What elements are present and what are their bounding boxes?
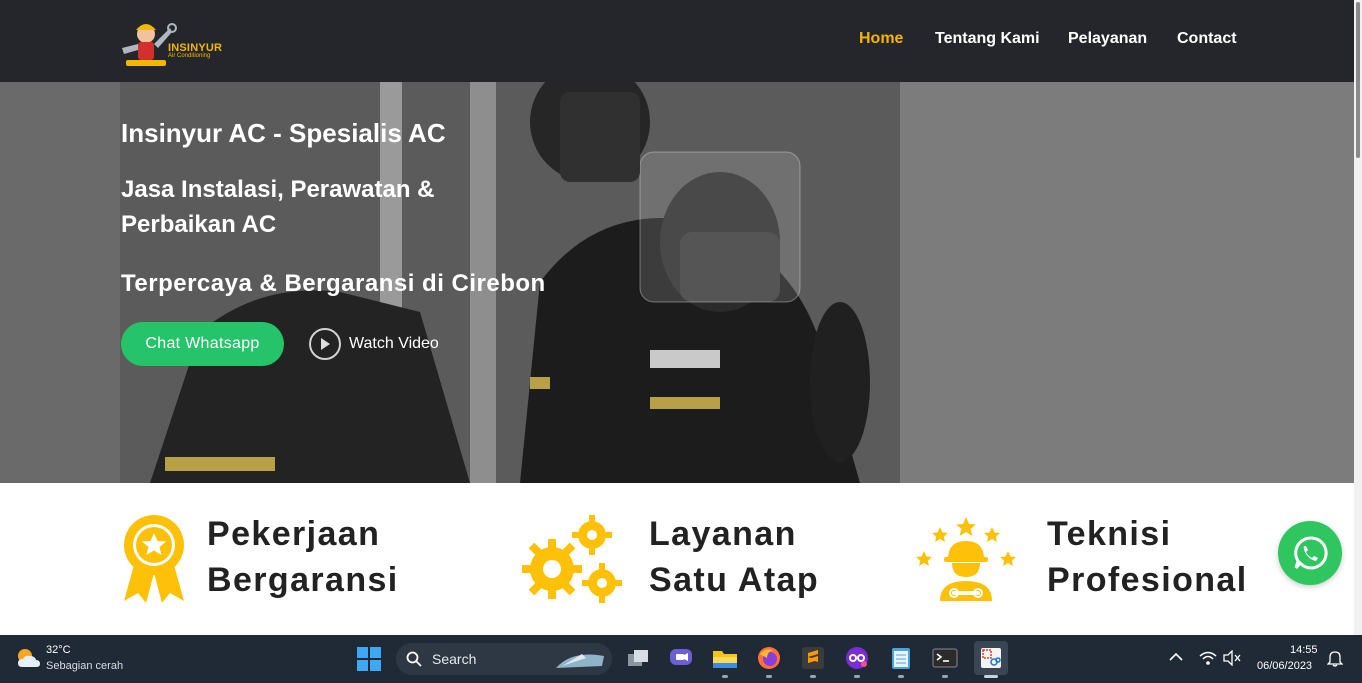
feature-3-line1: Teknisi (1047, 515, 1172, 553)
chat-whatsapp-button[interactable]: Chat Whatsapp (121, 322, 284, 366)
nav-contact[interactable]: Contact (1177, 30, 1237, 48)
logo-subtext: Air Conditioning (168, 53, 211, 59)
running-indicator (898, 675, 904, 678)
play-icon (309, 328, 341, 360)
hero-subtitle-line1: Jasa Instalasi, Perawatan & (121, 176, 435, 203)
windows-start-icon[interactable] (357, 647, 381, 671)
wifi-icon[interactable] (1199, 650, 1217, 666)
weather-partly-cloudy-icon[interactable] (14, 645, 42, 671)
features-section: Pekerjaan Bergaransi Layanan Satu Atap T… (0, 483, 1354, 635)
hero-tagline: Terpercaya & Bergaransi di Cirebon (121, 270, 546, 297)
feature-3-line2: Profesional (1047, 561, 1248, 599)
task-view-icon[interactable] (625, 645, 651, 671)
chevron-up-icon[interactable] (1169, 652, 1183, 662)
nav-home[interactable]: Home (859, 30, 903, 48)
running-indicator (722, 675, 728, 678)
feature-title-2: Layanan Satu Atap (649, 511, 819, 603)
clock-time[interactable]: 14:55 (1290, 644, 1318, 656)
feature-1-line2: Bergaransi (207, 561, 399, 599)
snipping-tool-icon[interactable] (974, 641, 1008, 675)
award-ribbon-icon (124, 515, 184, 603)
whatsapp-float-button[interactable] (1278, 521, 1342, 585)
feature-title-1: Pekerjaan Bergaransi (207, 511, 399, 603)
running-indicator (810, 675, 816, 678)
hero-title: Insinyur AC - Spesialis AC (121, 118, 446, 148)
clock-date[interactable]: 06/06/2023 (1257, 660, 1312, 672)
game-app-icon[interactable] (844, 645, 870, 671)
search-highlight-icon (556, 654, 604, 668)
notification-bell-icon[interactable] (1327, 649, 1343, 667)
volume-muted-icon[interactable] (1223, 650, 1241, 666)
nav-pelayanan[interactable]: Pelayanan (1068, 30, 1147, 48)
feature-2-line1: Layanan (649, 515, 797, 553)
windows-taskbar: 32°C Sebagian cerah Search 14:55 06/06/2… (0, 635, 1362, 683)
gears-icon (522, 515, 622, 603)
running-indicator (766, 675, 772, 678)
weather-description[interactable]: Sebagian cerah (46, 660, 123, 672)
watch-video-link[interactable]: Watch Video (309, 328, 439, 360)
search-icon (406, 651, 422, 667)
technician-stars-icon (916, 517, 1016, 601)
active-indicator (984, 675, 998, 678)
navbar: INSINYUR Air Conditioning Home Tentang K… (0, 0, 1354, 82)
hero-section: Insinyur AC - Spesialis AC Jasa Instalas… (0, 82, 1354, 483)
feature-title-3: Teknisi Profesional (1047, 511, 1248, 603)
feature-2-line2: Satu Atap (649, 561, 820, 599)
running-indicator (854, 675, 860, 678)
taskbar-search-box[interactable]: Search (396, 643, 612, 675)
file-explorer-icon[interactable] (712, 645, 738, 671)
weather-temperature[interactable]: 32°C (46, 644, 71, 656)
firefox-icon[interactable] (756, 645, 782, 671)
nav-tentang-kami[interactable]: Tentang Kami (935, 30, 1040, 48)
terminal-icon[interactable] (932, 645, 958, 671)
running-indicator (942, 675, 948, 678)
sublime-text-icon[interactable] (800, 645, 826, 671)
chat-app-icon[interactable] (668, 645, 694, 671)
search-label: Search (432, 651, 477, 667)
scrollbar-thumb[interactable] (1356, 2, 1360, 158)
watch-video-label: Watch Video (349, 335, 439, 352)
notepad-icon[interactable] (888, 645, 914, 671)
feature-1-line1: Pekerjaan (207, 515, 381, 553)
hero-subtitle-line2: Perbaikan AC (121, 211, 277, 238)
whatsapp-icon (1294, 536, 1328, 570)
